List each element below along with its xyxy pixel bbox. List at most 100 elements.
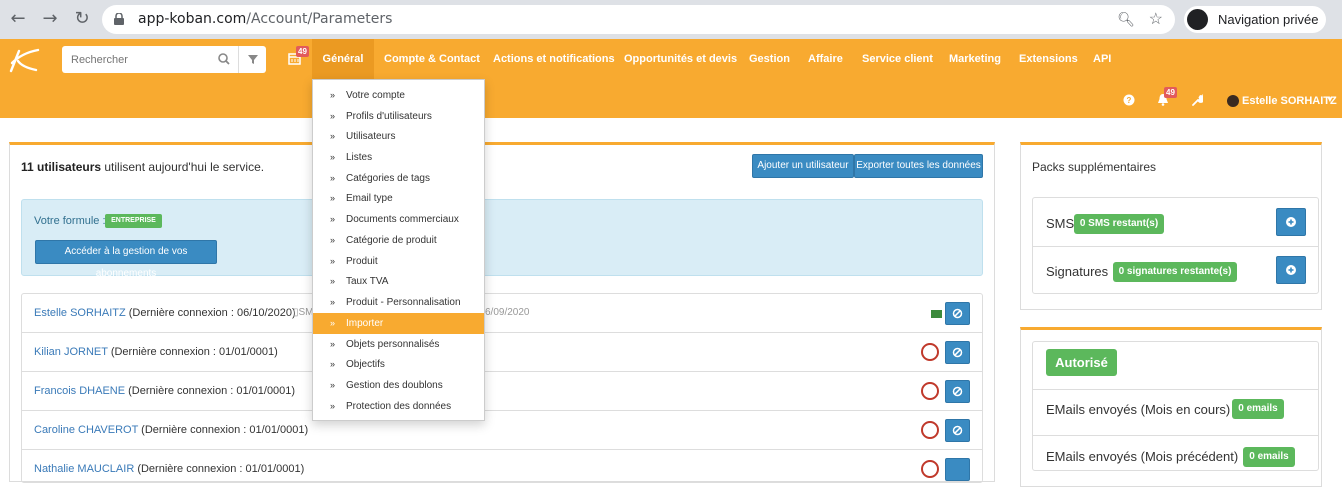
list-item: Francois DHAENE (Dernière connexion : 01… [22,372,982,411]
user-row-text: Francois DHAENE (Dernière connexion : 01… [34,385,296,397]
user-link[interactable]: Nathalie MAUCLAIR [34,463,134,475]
ban-icon [952,308,963,319]
search-button[interactable] [210,46,238,73]
menu-extensions[interactable]: Extensions [1019,39,1078,79]
dropdown-item[interactable]: » Profils d'utilisateurs [313,106,484,127]
dropdown-item[interactable]: » Objectifs [313,354,484,375]
sms-label: SMS [1046,216,1075,231]
plan-info-box: Votre formule : ENTREPRISE Accéder à la … [21,199,983,279]
zoom-icon[interactable]: 🔍︎ [1117,11,1135,28]
no-mail-icon [921,343,939,361]
back-icon[interactable]: ← [7,8,29,30]
emails-current-label: EMails envoyés (Mois en cours) [1046,402,1231,417]
emails-prev-badge: 0 emails [1243,447,1295,467]
dropdown-item[interactable]: » Objets personnalisés [313,334,484,355]
envelope-icon [931,310,942,318]
dropdown-item[interactable]: » Votre compte [313,85,484,106]
url-text: app-koban.com/Account/Parameters [138,11,393,27]
dropdown-item[interactable]: » Produit - Personnalisation [313,292,484,313]
no-mail-icon [921,460,939,478]
menu-affaire[interactable]: Affaire [808,39,843,79]
incognito-icon [1187,9,1208,30]
chevron-down-icon[interactable]: ▼ [1326,95,1334,104]
bell-badge: 49 [1164,87,1177,98]
koban-logo[interactable] [8,47,40,73]
menu-gestion[interactable]: Gestion [749,39,790,79]
browser-toolbar: ← → ↻ app-koban.com/Account/Parameters 🔍… [0,0,1342,39]
filter-icon [248,55,258,64]
user-link[interactable]: Kilian JORNET [34,346,108,358]
add-signatures-button[interactable] [1276,256,1306,284]
signatures-label: Signatures [1046,264,1109,279]
search-input[interactable] [62,46,206,73]
dropdown-item[interactable]: » Taux TVA [313,271,484,292]
list-item: Estelle SORHAITZ (Dernière connexion : 0… [22,294,982,333]
dropdown-item-active[interactable]: » Importer [313,313,484,334]
add-user-button[interactable]: Ajouter un utilisateur [752,154,854,178]
menu-general[interactable]: Général [312,39,374,79]
formule-label: Votre formule : [34,215,106,227]
sms-badge: 0 SMS restant(s) [1074,214,1164,234]
disable-user-button[interactable] [945,380,970,403]
date-note: 6/09/2020 [485,307,530,318]
menu-service-client[interactable]: Service client [862,39,933,79]
disable-user-button[interactable] [945,302,970,325]
help-icon[interactable]: ? [1123,94,1135,106]
no-mail-icon [921,382,939,400]
menu-marketing[interactable]: Marketing [949,39,1001,79]
user-row-text: Caroline CHAVEROT (Dernière connexion : … [34,424,309,436]
address-bar[interactable]: app-koban.com/Account/Parameters 🔍︎ ☆ [102,5,1175,34]
emails-current-badge: 0 emails [1232,399,1284,419]
avatar[interactable] [1227,95,1239,107]
menu-actions-notifications[interactable]: Actions et notifications [493,39,615,79]
export-data-button[interactable]: Exporter toutes les données [854,154,983,178]
dropdown-item[interactable]: » Catégories de tags [313,168,484,189]
sms-note: ▯SM [293,307,314,318]
user-name[interactable]: Estelle SORHAITZ [1242,95,1337,107]
dropdown-item[interactable]: » Produit [313,251,484,272]
users-list: Estelle SORHAITZ (Dernière connexion : 0… [21,293,983,483]
reload-icon[interactable]: ↻ [71,8,93,30]
dropdown-item[interactable]: » Listes [313,147,484,168]
plan-badge: ENTREPRISE [105,214,162,228]
filter-button[interactable] [238,46,266,73]
user-link[interactable]: Caroline CHAVEROT [34,424,138,436]
plus-icon [1286,217,1296,227]
private-browsing-pill[interactable]: Navigation privée [1184,6,1326,33]
dropdown-item[interactable]: » Catégorie de produit [313,230,484,251]
dropdown-item[interactable]: » Protection des données [313,396,484,417]
user-row-text: Nathalie MAUCLAIR (Dernière connexion : … [34,463,305,475]
disable-user-button[interactable] [945,341,970,364]
user-link[interactable]: Estelle SORHAITZ [34,307,126,319]
ban-icon [952,386,963,397]
menu-api[interactable]: API [1093,39,1111,79]
wrench-icon[interactable] [1191,94,1203,106]
users-summary: 11 utilisateurs utilisent aujourd'hui le… [21,160,265,174]
authorized-badge: Autorisé [1046,349,1117,376]
emails-prev-label: EMails envoyés (Mois précédent) [1046,449,1239,464]
disable-user-button[interactable] [945,458,970,481]
user-link[interactable]: Francois DHAENE [34,385,125,397]
user-row-text: Estelle SORHAITZ (Dernière connexion : 0… [34,307,296,319]
ban-icon [952,347,963,358]
private-browsing-label: Navigation privée [1218,12,1319,27]
signatures-badge: 0 signatures restante(s) [1113,262,1237,282]
svg-text:?: ? [1127,96,1132,105]
bookmark-star-icon[interactable]: ☆ [1149,9,1163,29]
menu-compte-contact[interactable]: Compte & Contact [384,39,480,79]
list-item: Nathalie MAUCLAIR (Dernière connexion : … [22,450,982,482]
disable-user-button[interactable] [945,419,970,442]
manage-subscriptions-button[interactable]: Accéder à la gestion de vos abonnements [35,240,217,279]
packs-title: Packs supplémentaires [1032,160,1157,174]
menu-opportunites-devis[interactable]: Opportunités et devis [624,39,737,79]
general-dropdown-menu: » Votre compte » Profils d'utilisateurs » U… [312,79,485,421]
no-mail-icon [921,421,939,439]
dropdown-item[interactable]: » Documents commerciaux [313,209,484,230]
dropdown-item[interactable]: » Email type [313,188,484,209]
dropdown-item[interactable]: » Utilisateurs [313,126,484,147]
calendar-badge: 49 [296,46,309,57]
plus-icon [1286,265,1296,275]
forward-icon[interactable]: → [39,8,61,30]
dropdown-item[interactable]: » Gestion des doublons [313,375,484,396]
add-sms-button[interactable] [1276,208,1306,236]
